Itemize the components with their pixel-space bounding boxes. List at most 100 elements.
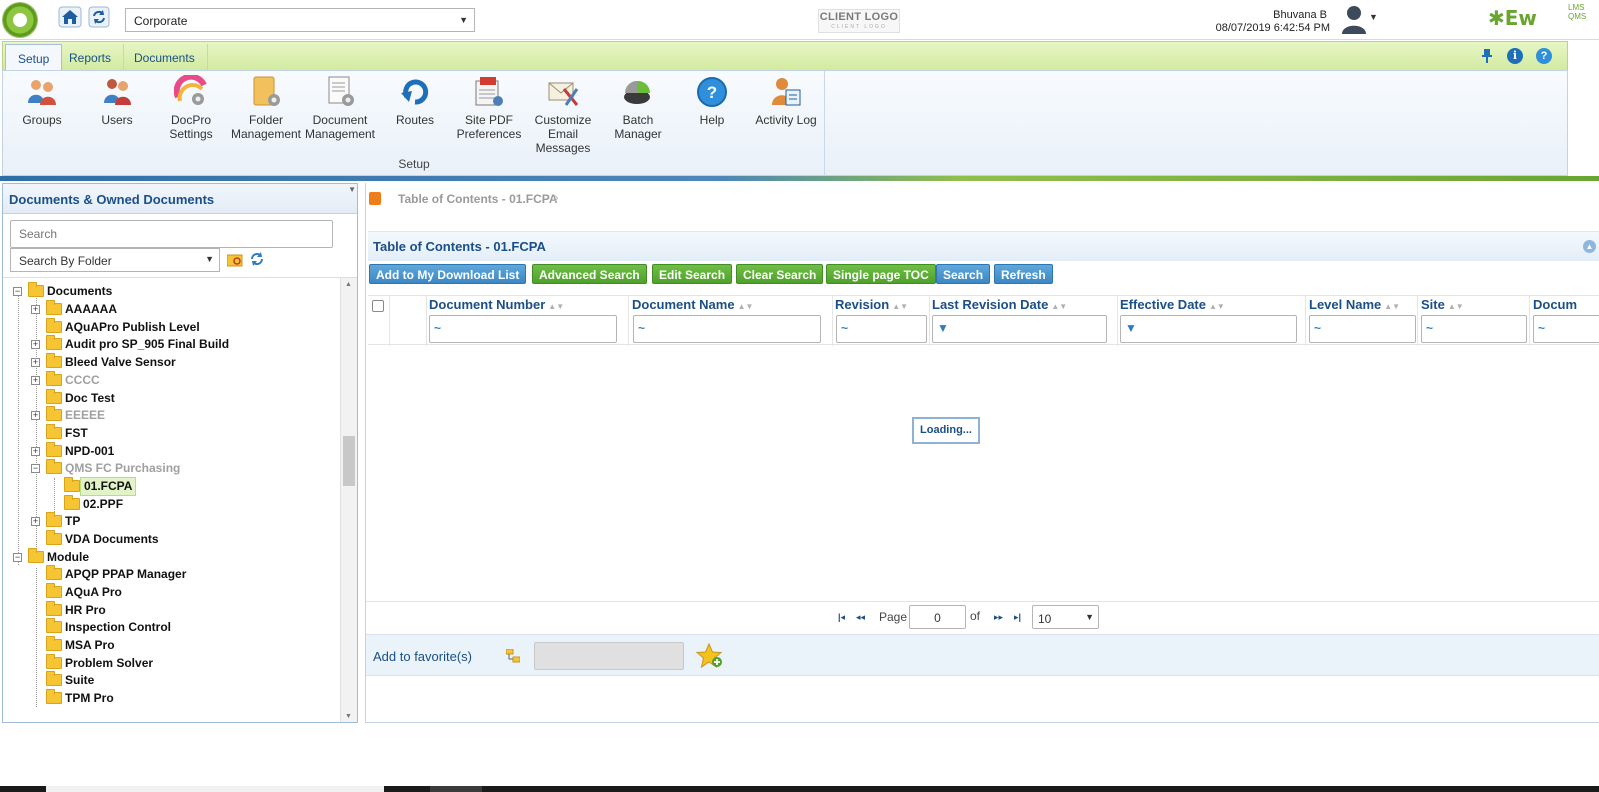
column-document-name[interactable]: Document Name ▲▼ ~ [629, 296, 833, 346]
expand-icon[interactable]: + [31, 376, 40, 385]
tree-node-cccc[interactable]: + CCCC [31, 371, 331, 389]
last-revision-date-filter[interactable]: ▼ [932, 315, 1107, 343]
site-select[interactable]: Corporate ▼ [125, 8, 475, 32]
clear-search-button[interactable]: Clear Search [736, 264, 824, 284]
home-icon[interactable] [58, 6, 82, 28]
breadcrumb-item[interactable]: Table of Contents - 01.FCPA [398, 192, 558, 206]
folder-tree-icon[interactable] [506, 649, 520, 663]
first-page-icon[interactable]: |◂ [838, 612, 845, 623]
tree-node-inspection-control[interactable]: Inspection Control [31, 618, 331, 636]
tree-node-bleed-valve-sensor[interactable]: + Bleed Valve Sensor [31, 353, 331, 371]
taskbar-item[interactable] [430, 786, 482, 792]
tree-node-aaaaaa[interactable]: + AAAAAA [31, 300, 331, 318]
page-number-input[interactable]: 0 [909, 605, 966, 629]
help-button[interactable]: ? Help [675, 73, 749, 127]
document-name-filter[interactable]: ~ [633, 315, 821, 343]
document-management-button[interactable]: Document Management [303, 73, 377, 141]
expand-icon[interactable]: + [31, 447, 40, 456]
info-icon[interactable]: i [1507, 48, 1523, 64]
column-header[interactable]: Effective Date ▲▼ [1120, 297, 1225, 312]
tree-node-qms-fc-purchasing[interactable]: − QMS FC Purchasing [31, 459, 331, 477]
tree-node-aquapro-publish-level[interactable]: AQuAPro Publish Level [31, 318, 331, 336]
help-icon[interactable]: ? [1536, 48, 1552, 64]
column-header[interactable]: Document Number ▲▼ [429, 297, 564, 312]
collapse-up-icon[interactable]: ▲ [1583, 240, 1596, 253]
add-to-download-list-button[interactable]: Add to My Download List [369, 264, 527, 284]
tree-node-doc-test[interactable]: Doc Test [31, 389, 331, 407]
column-site[interactable]: Site ▲▼ ~ [1418, 296, 1530, 346]
sort-icon[interactable]: ▲▼ [1384, 302, 1400, 311]
column-last-revision-date[interactable]: Last Revision Date ▲▼ ▼ [930, 296, 1118, 346]
tree-node-aqua-pro[interactable]: AQuA Pro [31, 583, 331, 601]
tree-node-suite[interactable]: Suite [31, 671, 331, 689]
refresh-icon[interactable] [88, 6, 110, 28]
tree-node-eeeee[interactable]: + EEEEE [31, 406, 331, 424]
tab-setup[interactable]: Setup [5, 44, 63, 71]
tree-node-documents[interactable]: − Documents [13, 282, 333, 300]
sort-icon[interactable]: ▲▼ [1209, 302, 1225, 311]
column-header[interactable]: Revision ▲▼ [835, 297, 908, 312]
routes-button[interactable]: Routes [378, 73, 452, 127]
app-logo-icon[interactable] [2, 2, 38, 38]
column-revision[interactable]: Revision ▲▼ ~ [833, 296, 930, 346]
site-pdf-preferences-button[interactable]: Site PDF Preferences [452, 73, 526, 141]
users-button[interactable]: Users [80, 73, 154, 127]
tree-node-msa-pro[interactable]: MSA Pro [31, 636, 331, 654]
scroll-down-icon[interactable]: ▼ [345, 713, 352, 720]
tree-node-02-ppf[interactable]: 02.PPF [49, 495, 329, 513]
tree-node-problem-solver[interactable]: Problem Solver [31, 654, 331, 672]
tree-node-vda-documents[interactable]: VDA Documents [31, 530, 331, 548]
reload-tree-icon[interactable] [249, 251, 265, 267]
column-header[interactable]: Level Name ▲▼ [1309, 297, 1400, 312]
docpro-settings-button[interactable]: DocPro Settings [154, 73, 228, 141]
refresh-button[interactable]: Refresh [994, 264, 1053, 284]
scrollbar-thumb[interactable] [343, 436, 355, 486]
tree-node-01-fcpa[interactable]: 01.FCPA [49, 477, 329, 496]
folder-search-icon[interactable] [227, 253, 243, 267]
sort-icon[interactable]: ▲▼ [1051, 302, 1067, 311]
breadcrumb-home-icon[interactable] [369, 192, 381, 205]
sort-icon[interactable]: ▲▼ [548, 302, 564, 311]
collapse-icon[interactable]: − [13, 553, 22, 562]
tree-node-module[interactable]: − Module [13, 548, 333, 566]
previous-page-icon[interactable]: ◂◂ [856, 612, 865, 623]
column-header[interactable]: Docum [1533, 297, 1577, 312]
column-header[interactable]: Document Name ▲▼ [632, 297, 753, 312]
scroll-up-icon[interactable]: ▲ [345, 281, 352, 288]
column-header[interactable]: Last Revision Date ▲▼ [932, 297, 1067, 312]
column-document[interactable]: Docum ~ [1530, 296, 1599, 346]
search-by-select[interactable]: Search By Folder ▼ [10, 248, 220, 272]
expand-icon[interactable]: + [31, 517, 40, 526]
column-effective-date[interactable]: Effective Date ▲▼ ▼ [1118, 296, 1306, 346]
document-number-filter[interactable]: ~ [429, 315, 617, 343]
column-header[interactable]: Site ▲▼ [1421, 297, 1464, 312]
single-page-toc-button[interactable]: Single page TOC [826, 264, 936, 284]
folder-management-button[interactable]: Folder Management [229, 73, 303, 141]
select-all-checkbox[interactable] [372, 300, 384, 312]
expand-icon[interactable]: + [31, 340, 40, 349]
tree-scrollbar[interactable]: ▲ ▼ [340, 278, 357, 722]
favorite-name-input[interactable] [534, 642, 684, 670]
sort-icon[interactable]: ▲▼ [1448, 302, 1464, 311]
expand-icon[interactable]: + [31, 411, 40, 420]
folder-search-input[interactable] [10, 220, 333, 248]
pin-icon[interactable] [1480, 48, 1494, 64]
level-name-filter[interactable]: ~ [1309, 315, 1416, 343]
last-page-icon[interactable]: ▸| [1014, 612, 1021, 623]
tree-node-npd-001[interactable]: + NPD-001 [31, 442, 331, 460]
taskbar-item[interactable] [46, 786, 384, 792]
batch-manager-button[interactable]: Batch Manager [601, 73, 675, 141]
column-level-name[interactable]: Level Name ▲▼ ~ [1306, 296, 1418, 346]
edit-search-button[interactable]: Edit Search [652, 264, 733, 284]
sort-icon[interactable]: ▲▼ [738, 302, 754, 311]
panel-collapse-icon[interactable]: ▼ [348, 185, 356, 194]
collapse-icon[interactable]: − [13, 287, 22, 296]
site-filter[interactable]: ~ [1421, 315, 1527, 343]
advanced-search-button[interactable]: Advanced Search [532, 264, 647, 284]
page-size-select[interactable]: 10 ▼ [1032, 605, 1099, 629]
groups-button[interactable]: Groups [5, 73, 79, 127]
expand-icon[interactable]: + [31, 305, 40, 314]
effective-date-filter[interactable]: ▼ [1120, 315, 1297, 343]
user-menu-caret-icon[interactable]: ▼ [1369, 12, 1378, 22]
customize-email-messages-button[interactable]: Customize Email Messages [526, 73, 600, 155]
